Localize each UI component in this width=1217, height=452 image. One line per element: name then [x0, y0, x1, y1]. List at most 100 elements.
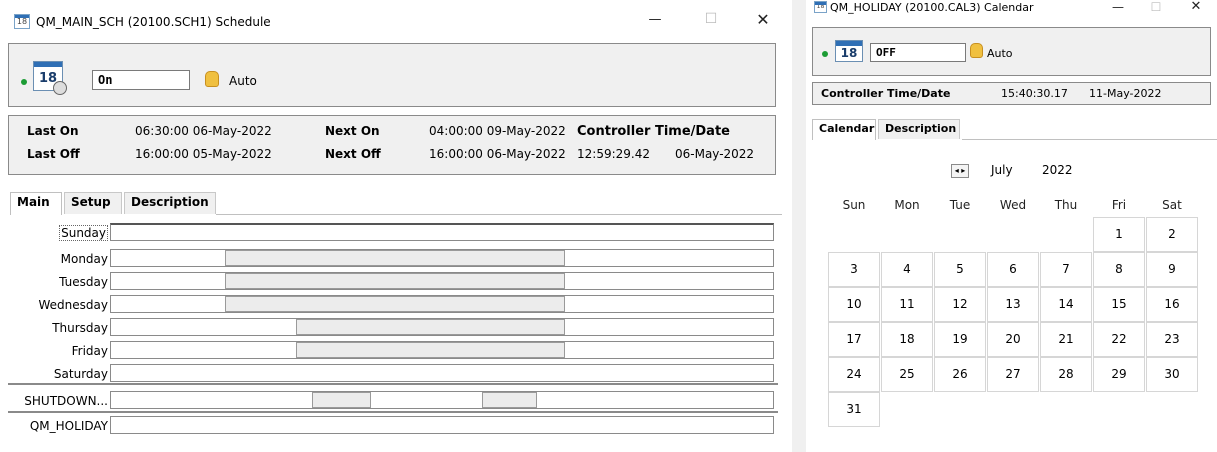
tab-calendar[interactable]: Calendar: [812, 119, 876, 140]
calendar-day-cell[interactable]: 14: [1040, 287, 1092, 322]
next-off-label: Next Off: [325, 147, 381, 161]
weekday-header: Sun: [842, 198, 866, 212]
calendar-titlebar[interactable]: 18 QM_HOLIDAY (20100.CAL3) Calendar — ☐ …: [806, 0, 1217, 18]
maximize-button[interactable]: ☐: [1146, 0, 1166, 14]
schedule-row: QM_HOLIDAY: [8, 415, 776, 438]
schedule-period[interactable]: [296, 342, 565, 358]
schedule-track[interactable]: [110, 416, 774, 434]
schedule-grid: Sunday Monday Tuesday Wednesday Thursday Frid…: [8, 215, 778, 452]
green-led-icon: [822, 51, 828, 57]
schedule-track[interactable]: [110, 391, 774, 409]
calendar-day-cell[interactable]: 2: [1146, 217, 1198, 252]
calendar-day-cell[interactable]: 22: [1093, 322, 1145, 357]
calendar-app-icon: 18: [814, 1, 827, 13]
calendar-day-cell[interactable]: 4: [881, 252, 933, 287]
weekday-header: Fri: [1111, 198, 1127, 212]
calendar-day-cell[interactable]: 18: [881, 322, 933, 357]
schedule-titlebar[interactable]: 18 QM_MAIN_SCH (20100.SCH1) Schedule — ☐…: [0, 0, 792, 40]
tab-description[interactable]: Description: [124, 192, 216, 214]
calendar-day-cell[interactable]: 26: [934, 357, 986, 392]
tab-main[interactable]: Main: [10, 192, 62, 215]
close-button[interactable]: ✕: [752, 10, 774, 29]
state-value-field[interactable]: On: [92, 70, 190, 90]
schedule-track[interactable]: [110, 364, 774, 382]
window-title: QM_MAIN_SCH (20100.SCH1) Schedule: [36, 15, 271, 29]
controller-date: 06-May-2022: [675, 147, 755, 161]
month-nav-buttons[interactable]: ◂ ▸: [951, 164, 969, 178]
hand-icon[interactable]: [970, 43, 983, 58]
weekday-header: Tue: [949, 198, 971, 212]
schedule-period[interactable]: [225, 296, 565, 312]
controller-time-date-label: Controller Time/Date: [577, 124, 730, 139]
calendar-day-cell[interactable]: 16: [1146, 287, 1198, 322]
controller-time-panel: Controller Time/Date 15:40:30.17 11-May-…: [812, 82, 1211, 105]
close-button[interactable]: ✕: [1186, 0, 1206, 14]
weekday-header: Sat: [1162, 198, 1182, 212]
row-label: Wednesday: [38, 298, 108, 312]
calendar-day-cell[interactable]: 24: [828, 357, 880, 392]
row-label: Friday: [71, 344, 108, 358]
schedule-info-panel: Last On 06:30:00 06-May-2022 Last Off 16…: [8, 115, 776, 175]
controller-time: 15:40:30.17: [1001, 87, 1068, 100]
state-value-field[interactable]: OFF: [870, 43, 966, 62]
calendar-day-cell[interactable]: 1: [1093, 217, 1145, 252]
schedule-period[interactable]: [225, 250, 565, 266]
calendar-day-cell[interactable]: 3: [828, 252, 880, 287]
calendar-day-cell[interactable]: 19: [934, 322, 986, 357]
row-label: Tuesday: [59, 275, 108, 289]
calendar-day-cell[interactable]: 27: [987, 357, 1039, 392]
last-on-label: Last On: [27, 124, 79, 138]
calendar-day-cell[interactable]: 17: [828, 322, 880, 357]
calendar-day-cell[interactable]: 28: [1040, 357, 1092, 392]
calendar-day-cell[interactable]: 25: [881, 357, 933, 392]
calendar-day-cell[interactable]: 23: [1146, 322, 1198, 357]
calendar-day-cell[interactable]: 21: [1040, 322, 1092, 357]
schedule-row: Tuesday: [8, 271, 776, 294]
weekday-header: Thu: [1054, 198, 1078, 212]
tab-setup[interactable]: Setup: [64, 192, 122, 214]
calendar-day-cell[interactable]: 30: [1146, 357, 1198, 392]
mode-label: Auto: [987, 47, 1013, 60]
calendar-day-cell[interactable]: 29: [1093, 357, 1145, 392]
schedule-period[interactable]: [225, 273, 565, 289]
calendar-day-cell[interactable]: 8: [1093, 252, 1145, 287]
hand-icon[interactable]: [205, 71, 219, 87]
calendar-day-cell[interactable]: 20: [987, 322, 1039, 357]
maximize-button[interactable]: ☐: [700, 11, 722, 27]
row-label: Monday: [60, 252, 108, 266]
schedule-track[interactable]: [110, 341, 774, 359]
calendar-day-cell[interactable]: 11: [881, 287, 933, 322]
next-on-value: 04:00:00 09-May-2022: [429, 124, 566, 138]
calendar-day-cell[interactable]: 15: [1093, 287, 1145, 322]
schedule-period[interactable]: [312, 392, 371, 408]
desktop-gap: [792, 0, 806, 452]
calendar-day-cell[interactable]: 9: [1146, 252, 1198, 287]
schedule-track[interactable]: [110, 318, 774, 336]
calendar-day-cell[interactable]: 7: [1040, 252, 1092, 287]
minimize-button[interactable]: —: [1108, 0, 1128, 14]
calendar-day-cell[interactable]: 31: [828, 392, 880, 427]
schedule-row: SHUTDOWN...: [8, 390, 776, 413]
calendar-day-cell[interactable]: 5: [934, 252, 986, 287]
next-off-value: 16:00:00 06-May-2022: [429, 147, 566, 161]
calendar-day-cell[interactable]: 6: [987, 252, 1039, 287]
row-label: QM_HOLIDAY: [29, 419, 108, 433]
schedule-track[interactable]: [110, 223, 774, 241]
green-led-icon: [21, 79, 27, 85]
schedule-period[interactable]: [482, 392, 537, 408]
calendar-day-cell[interactable]: 12: [934, 287, 986, 322]
schedule-track[interactable]: [110, 295, 774, 313]
schedule-window: 18 QM_MAIN_SCH (20100.SCH1) Schedule — ☐…: [0, 0, 792, 452]
schedule-track[interactable]: [110, 272, 774, 290]
calendar-day-cell[interactable]: 10: [828, 287, 880, 322]
calendar-day-cell[interactable]: 13: [987, 287, 1039, 322]
tab-description[interactable]: Description: [878, 119, 960, 139]
clock-icon: [53, 81, 67, 95]
minimize-button[interactable]: —: [644, 12, 666, 27]
schedule-row: Monday: [8, 248, 776, 271]
last-off-label: Last Off: [27, 147, 80, 161]
schedule-track[interactable]: [110, 249, 774, 267]
next-on-label: Next On: [325, 124, 380, 138]
schedule-period[interactable]: [296, 319, 565, 335]
row-divider: [8, 383, 778, 385]
